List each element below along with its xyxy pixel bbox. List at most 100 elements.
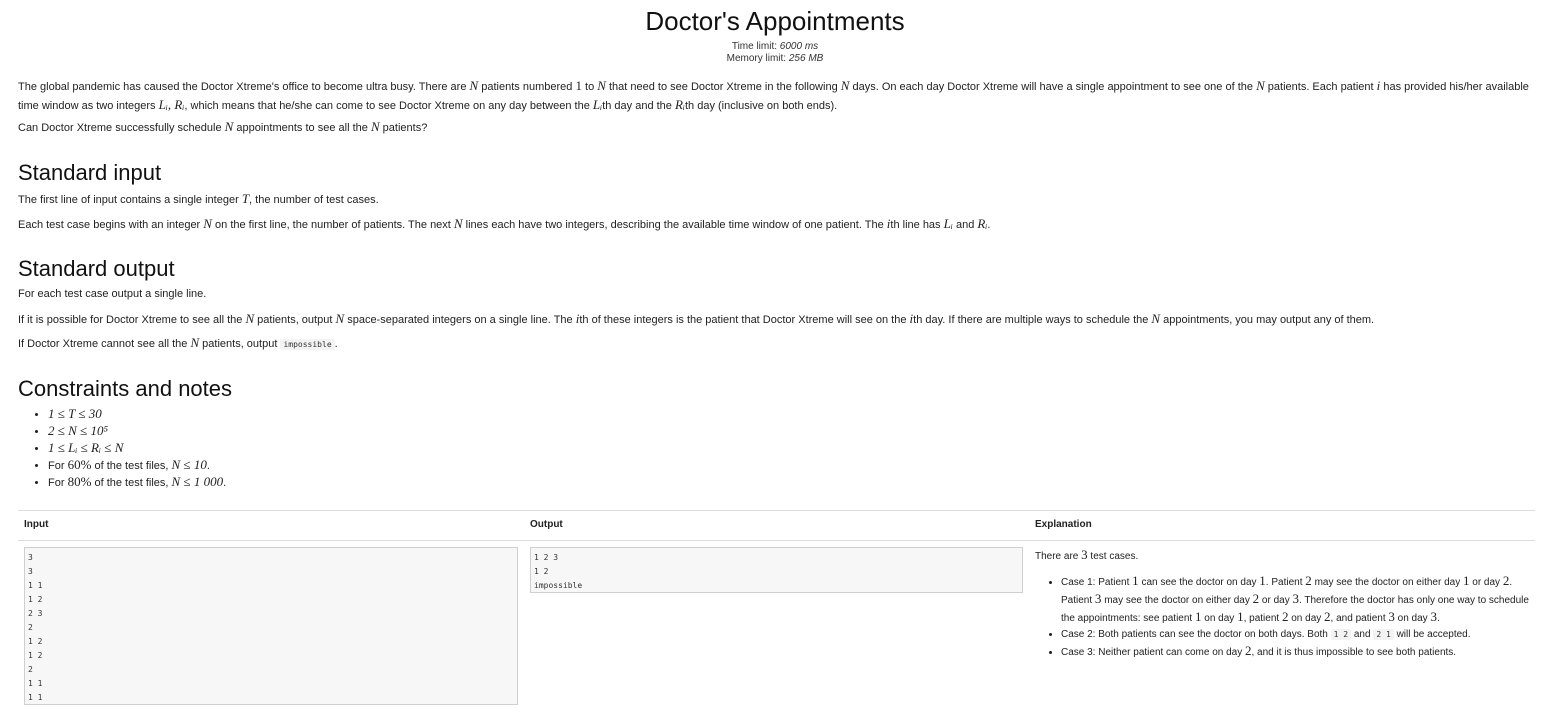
math: 60% [67,457,92,472]
math: N [335,311,345,326]
math: N [190,335,200,350]
text: , and it is thus impossible to see both … [1251,647,1457,658]
math: Lᵢ, Rᵢ [158,97,185,112]
sample-input-box: 3 3 1 1 1 2 2 3 2 1 2 1 2 2 1 1 1 1 [24,547,518,705]
math: N [370,119,380,134]
input-paragraph-1: The first line of input contains a singl… [18,190,1533,209]
explanation-case-3: Case 3: Neither patient can come on day … [1061,643,1535,661]
text: patients, output [257,314,333,326]
text: . [334,338,338,350]
text: patients. Each patient [1267,81,1374,93]
text: on day [1291,613,1322,624]
text: , which means that he/she can come to se… [184,100,590,112]
page-title: Doctor's Appointments [645,6,905,36]
math: 2 [1281,609,1289,624]
math: Lᵢ [943,216,953,231]
text: patients numbered [481,81,573,93]
text: If it is possible for Doctor Xtreme to s… [18,314,243,326]
text: or day [1261,595,1290,606]
statement-paragraph-1: The global pandemic has caused the Docto… [18,77,1533,115]
text: to [585,81,595,93]
text: will be accepted. [1396,629,1471,640]
text: . [1436,613,1440,624]
math: 80% [67,474,92,489]
constraints-heading: Constraints and notes [18,376,233,401]
math: Rᵢ [977,216,988,231]
output-column-header: Output [530,519,563,530]
math: Rᵢ [674,97,685,112]
text: space-separated integers on a single lin… [347,314,573,326]
text: The global pandemic has caused the Docto… [18,81,467,93]
output-paragraph-3: If Doctor Xtreme cannot see all the N pa… [18,334,1533,353]
text: or day [1472,577,1501,588]
math: 1 [1462,573,1470,588]
text: . [206,460,210,472]
text: There are [1035,551,1079,562]
text: For [48,477,65,489]
standard-input-heading: Standard input [18,160,162,185]
math: 2 ≤ N ≤ 10⁵ [48,423,108,438]
text: The first line of input contains a singl… [18,194,239,206]
explanation-case-2: Case 2: Both patients can see the doctor… [1061,627,1535,643]
math: 3 [1388,609,1395,624]
text: th day. If there are multiple ways to sc… [913,314,1149,326]
time-limit-label: Time limit: [731,41,778,52]
constraint-item: 1 ≤ Lᵢ ≤ Rᵢ ≤ N [48,440,226,457]
math: N [597,78,606,93]
input-column-header: Input [24,519,49,530]
math: 1 [1194,609,1202,624]
text: lines each have two integers, describing… [465,219,884,231]
math: 2 [1305,573,1312,588]
math: N [203,216,212,231]
explanation-intro: There are 3 test cases. [1035,547,1535,565]
text: For [48,460,65,472]
explanation-list: Case 1: Patient 1 can see the doctor on … [1035,573,1535,661]
text: and [955,219,975,231]
math: 1 [575,78,582,93]
math: 3 [1081,547,1088,562]
text: on day [1204,613,1235,624]
time-limit-value: 6000 ms [779,41,819,52]
math: N [1256,78,1265,93]
constraint-item: For 60% of the test files, N ≤ 10. [48,457,226,474]
text: th line has [890,219,941,231]
text: Can Doctor Xtreme successfully schedule [18,122,222,134]
text: th day and the [602,100,672,112]
text: days. On each day Doctor Xtreme will hav… [852,81,1253,93]
memory-limit-label: Memory limit: [726,53,787,64]
time-limit: Time limit: 6000 ms [0,41,1550,53]
math: N ≤ 1 000 [171,474,224,489]
math: 1 ≤ Lᵢ ≤ Rᵢ ≤ N [48,440,124,455]
example-table: Input Output Explanation 3 3 1 1 1 2 2 3… [18,510,1535,705]
text: may see the doctor on either day [1314,577,1461,588]
math: Lᵢ [592,97,603,112]
text: Each test case begins with an integer [18,219,201,231]
divider [18,540,1535,541]
text: . [223,477,227,489]
text: of the test files, [94,477,169,489]
math: N ≤ 10 [171,457,207,472]
text: on the first line, the number of patient… [215,219,451,231]
math: N [224,119,234,134]
math: N [453,216,463,231]
output-paragraph-1: For each test case output a single line. [18,288,207,300]
input-paragraph-2: Each test case begins with an integer N … [18,215,1533,234]
text: . Patient [1265,577,1303,588]
text: Case 1: Patient [1061,577,1130,588]
standard-output-heading: Standard output [18,256,175,281]
sample-output-box: 1 2 3 1 2 impossible [530,547,1023,593]
math: N [245,311,255,326]
text: of the test files, [94,460,169,472]
text: can see the doctor on day [1141,577,1257,588]
text: th day (inclusive on both ends). [684,100,838,112]
text: may see the doctor on either day [1104,595,1250,606]
text: , patient [1243,613,1280,624]
math: N [1151,311,1161,326]
text: Case 3: Neither patient can come on day [1061,647,1243,658]
text: test cases. [1090,551,1139,562]
math: 3 [1094,591,1102,606]
text: and [1353,629,1371,640]
text: that need to see Doctor Xtreme in the fo… [609,81,838,93]
explanation-column-header: Explanation [1035,519,1092,530]
constraint-item: 1 ≤ T ≤ 30 [48,406,226,423]
